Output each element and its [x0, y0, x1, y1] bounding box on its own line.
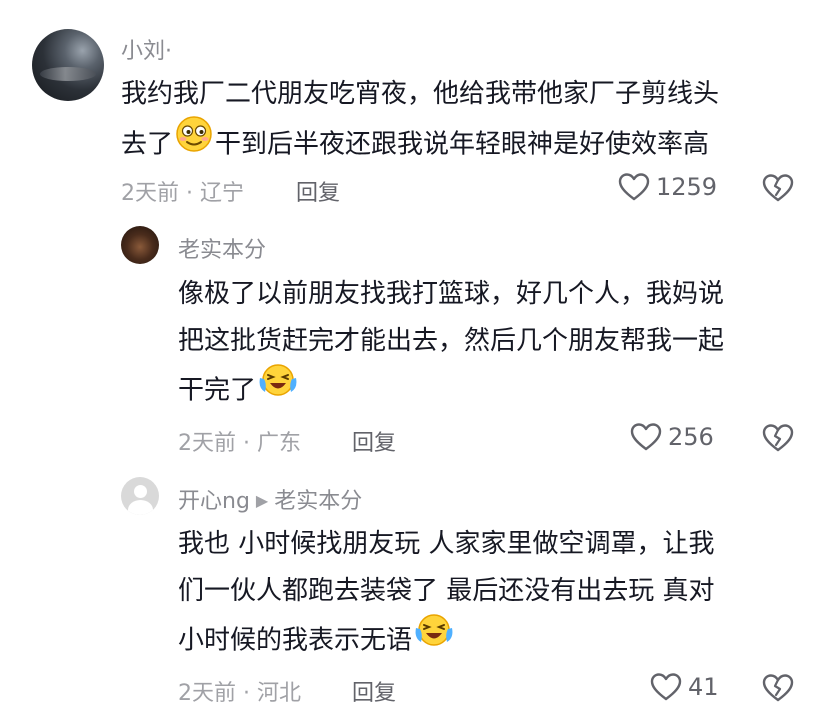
like-button[interactable]: 1259 — [618, 172, 717, 202]
like-count: 1259 — [656, 173, 718, 201]
reply-button[interactable]: 回复 — [352, 425, 396, 457]
username[interactable]: 小刘· — [121, 33, 172, 65]
comment-text: 我也 小时候找朋友玩 人家家里做空调罩，让我 们一伙人都跑去装袋了 最后还没有出… — [178, 521, 715, 667]
default-avatar-body — [128, 500, 153, 515]
comment-text: 像极了以前朋友找我打篮球，好几个人，我妈说 把这批货赶完才能出去，然后几个朋友帮… — [178, 271, 724, 417]
reply-button[interactable]: 回复 — [296, 175, 340, 207]
reply-arrow-icon: ▶ — [255, 491, 269, 510]
reply-to-username[interactable]: 老实本分 — [274, 489, 362, 514]
comment-line-part: 去了 — [121, 129, 174, 160]
like-count: 41 — [688, 673, 719, 701]
heart-outline-icon — [618, 173, 650, 201]
comment-line: 干完了 — [178, 362, 724, 417]
dislike-button[interactable] — [762, 173, 794, 207]
comment-line: 把这批货赶完才能出去，然后几个朋友帮我一起 — [178, 326, 725, 356]
awkward-smile-emoji-icon — [175, 115, 213, 169]
like-count: 256 — [668, 423, 714, 451]
avatar-image — [40, 67, 96, 81]
heart-outline-icon — [650, 673, 682, 701]
username[interactable]: 老实本分 — [178, 232, 266, 264]
reply-button[interactable]: 回复 — [352, 675, 396, 707]
like-button[interactable]: 41 — [650, 672, 719, 702]
reply-header: 开心ng ▶ 老实本分 — [178, 483, 362, 515]
comment-line-part: 干完了 — [178, 375, 257, 406]
heart-outline-icon — [630, 423, 662, 451]
comment-line: 我约我厂二代朋友吃宵夜，他给我带他家厂子剪线头 — [121, 79, 720, 109]
laugh-cry-emoji-icon — [414, 612, 454, 664]
laugh-cry-emoji-icon — [258, 362, 298, 414]
broken-heart-icon — [762, 174, 794, 202]
username[interactable]: 开心ng — [178, 489, 250, 514]
default-avatar-icon — [134, 485, 147, 498]
dislike-button[interactable] — [762, 673, 794, 707]
comment-line-part: 干到后半夜还跟我说年轻眼神是好使效率高 — [215, 129, 710, 160]
comment-line: 像极了以前朋友找我打篮球，好几个人，我妈说 — [178, 279, 725, 309]
comment-line: 去了 干到后半夜还跟我说年轻眼神是好使效率高 — [121, 115, 719, 172]
comment-line: 我也 小时候找朋友玩 人家家里做空调罩，让我 — [178, 529, 715, 559]
time-location: 2天前 · 广东 — [178, 431, 301, 456]
avatar[interactable] — [121, 226, 159, 264]
comment-text: 我约我厂二代朋友吃宵夜，他给我带他家厂子剪线头 去了 干到后半夜还跟我说年轻眼神… — [121, 71, 719, 172]
time-location: 2天前 · 河北 — [178, 681, 301, 706]
avatar[interactable] — [32, 29, 104, 101]
avatar[interactable] — [121, 477, 159, 515]
broken-heart-icon — [762, 424, 794, 452]
dislike-button[interactable] — [762, 423, 794, 457]
comment-line: 小时候的我表示无语 — [178, 612, 715, 667]
comment-line: 们一伙人都跑去装袋了 最后还没有出去玩 真对 — [178, 576, 715, 606]
time-location: 2天前 · 辽宁 — [121, 181, 244, 206]
broken-heart-icon — [762, 674, 794, 702]
like-button[interactable]: 256 — [630, 422, 714, 452]
comment-line-part: 小时候的我表示无语 — [178, 625, 413, 656]
